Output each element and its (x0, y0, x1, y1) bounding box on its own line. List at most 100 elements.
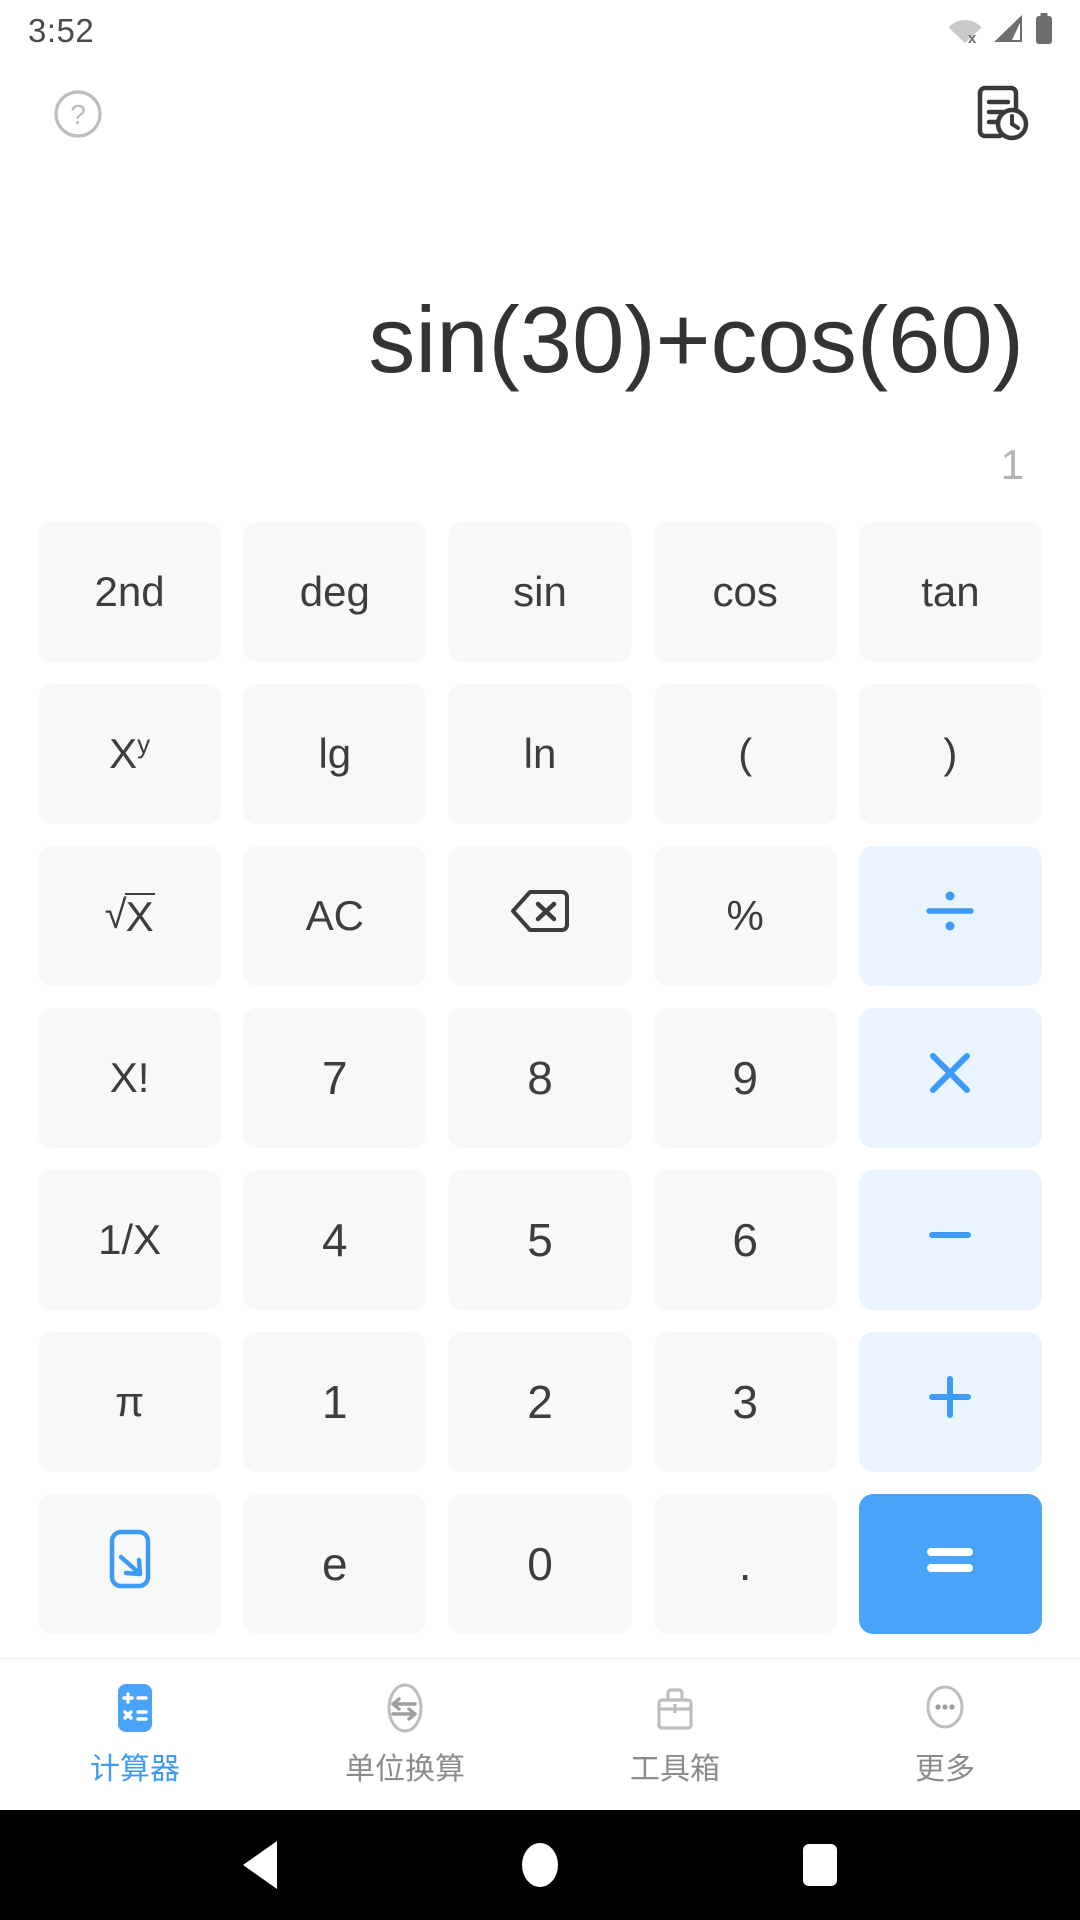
key-8[interactable]: 8 (448, 1008, 632, 1148)
divide-icon (922, 883, 978, 950)
wifi-off-icon: x (948, 14, 982, 49)
key-1[interactable]: 1 (243, 1332, 427, 1472)
key-label: 2nd (94, 568, 165, 615)
key-label: 9 (732, 1052, 758, 1104)
key-2nd[interactable]: 2nd (38, 522, 222, 662)
key-label: 7 (321, 1052, 348, 1104)
key-label: % (726, 892, 764, 939)
key-label-base: X (109, 730, 138, 777)
recents-square-icon[interactable] (803, 1844, 838, 1886)
key-label: ( (738, 730, 753, 777)
key-3[interactable]: 3 (653, 1332, 837, 1472)
key-2[interactable]: 2 (448, 1332, 632, 1472)
cellular-signal-icon (992, 14, 1024, 49)
status-time: 3:52 (28, 12, 95, 49)
svg-text:x: x (968, 30, 977, 44)
tab-label: 工具箱 (630, 1752, 720, 1786)
tab-label: 计算器 (90, 1752, 180, 1786)
calculator-display[interactable]: sin(30)+cos(60) 1 (0, 170, 1080, 512)
key-label-superscript: y (137, 729, 151, 759)
key-cos[interactable]: cos (653, 522, 837, 662)
key-9[interactable]: 9 (653, 1008, 837, 1148)
key-backspace[interactable] (448, 846, 632, 986)
app-bar: ? (0, 62, 1080, 170)
key-label: ln (523, 730, 557, 777)
help-button[interactable]: ? (52, 88, 104, 145)
key-factorial[interactable]: X! (38, 1008, 222, 1148)
key-open-paren[interactable]: ( (653, 684, 837, 824)
calculator-app-screen: 3:52 x ? sin(30)+cos(60) 1 2nd deg sin c… (0, 0, 1080, 1920)
status-bar: 3:52 x (0, 0, 1080, 62)
key-equals[interactable] (858, 1494, 1042, 1634)
toolbox-icon (649, 1682, 701, 1734)
key-label: √ X (104, 892, 155, 940)
key-collapse-keypad[interactable] (38, 1494, 222, 1634)
key-label: AC (305, 892, 364, 939)
key-divide[interactable] (858, 846, 1042, 986)
key-tan[interactable]: tan (858, 522, 1042, 662)
help-circle-icon: ? (52, 88, 104, 145)
svg-text:?: ? (70, 99, 86, 130)
key-decimal-point[interactable]: . (653, 1494, 837, 1634)
key-label: 1/X (98, 1216, 162, 1263)
status-icons: x (948, 12, 1054, 50)
calculator-icon (109, 1682, 161, 1734)
multiply-icon (922, 1045, 978, 1112)
key-all-clear[interactable]: AC (243, 846, 427, 986)
key-7[interactable]: 7 (243, 1008, 427, 1148)
key-sin[interactable]: sin (448, 522, 632, 662)
result-text: 1 (1000, 441, 1024, 488)
key-label: 4 (321, 1214, 348, 1266)
key-lg[interactable]: lg (243, 684, 427, 824)
key-5[interactable]: 5 (448, 1170, 632, 1310)
battery-full-icon (1034, 12, 1054, 50)
key-6[interactable]: 6 (653, 1170, 837, 1310)
history-document-clock-icon (970, 83, 1032, 150)
key-label: 6 (732, 1214, 758, 1266)
key-label: 5 (527, 1214, 553, 1266)
key-label: 1 (321, 1376, 348, 1428)
key-percent[interactable]: % (653, 846, 837, 986)
key-deg[interactable]: deg (243, 522, 427, 662)
backspace-icon (510, 888, 570, 944)
expression-text: sin(30)+cos(60) (368, 287, 1024, 393)
key-label: Xy (109, 730, 150, 778)
key-label: ) (943, 730, 958, 777)
key-power[interactable]: Xy (38, 684, 222, 824)
key-label: X! (109, 1054, 150, 1101)
key-label: . (738, 1538, 752, 1590)
plus-icon (922, 1369, 978, 1436)
key-minus[interactable] (858, 1170, 1042, 1310)
history-button[interactable] (970, 85, 1032, 147)
key-plus[interactable] (858, 1332, 1042, 1472)
key-label: tan (921, 568, 980, 615)
key-label: cos (712, 568, 778, 615)
tab-toolbox[interactable]: 工具箱 (540, 1682, 810, 1788)
key-multiply[interactable] (858, 1008, 1042, 1148)
key-4[interactable]: 4 (243, 1170, 427, 1310)
key-e[interactable]: e (243, 1494, 427, 1634)
key-close-paren[interactable]: ) (858, 684, 1042, 824)
key-label: π (115, 1378, 145, 1425)
key-square-root[interactable]: √ X (38, 846, 222, 986)
key-pi[interactable]: π (38, 1332, 222, 1472)
key-reciprocal[interactable]: 1/X (38, 1170, 222, 1310)
key-label: e (321, 1538, 348, 1590)
tab-calculator[interactable]: 计算器 (0, 1682, 270, 1788)
key-ln[interactable]: ln (448, 684, 632, 824)
tab-label: 更多 (915, 1752, 975, 1786)
tab-unit-conversion[interactable]: 单位换算 (270, 1682, 540, 1788)
home-circle-icon[interactable] (521, 1843, 558, 1887)
back-triangle-icon[interactable] (242, 1841, 277, 1889)
tab-more[interactable]: 更多 (810, 1682, 1080, 1788)
key-label: deg (299, 568, 370, 615)
key-label: 0 (527, 1538, 553, 1590)
key-label: lg (318, 730, 352, 777)
unit-convert-icon (379, 1682, 431, 1734)
key-0[interactable]: 0 (448, 1494, 632, 1634)
equals-icon (921, 1537, 979, 1592)
minus-icon (922, 1207, 978, 1274)
key-label: 8 (527, 1052, 553, 1104)
tab-label: 单位换算 (345, 1752, 465, 1786)
key-label: sin (513, 568, 567, 615)
